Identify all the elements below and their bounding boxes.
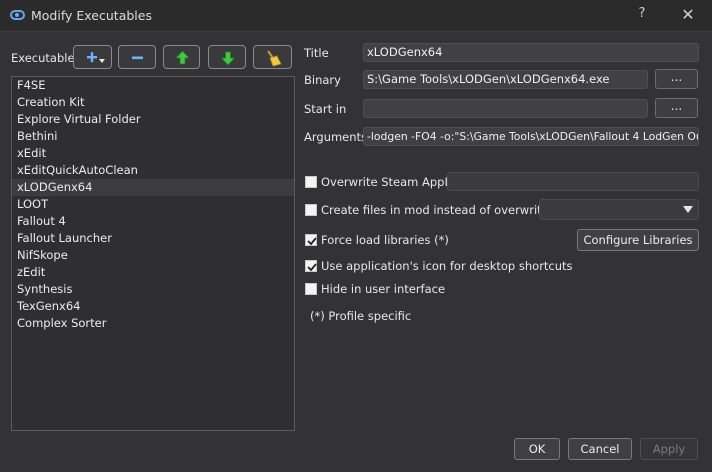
add-executable-button[interactable] xyxy=(73,45,112,69)
browse-start-in-button[interactable]: ... xyxy=(655,98,698,118)
arguments-label: Arguments xyxy=(304,130,368,144)
executables-list[interactable]: F4SE Creation Kit Explore Virtual Folder Be… xyxy=(11,76,295,431)
apply-button[interactable]: Apply xyxy=(640,438,698,460)
checkmark-icon xyxy=(307,263,317,272)
browse-binary-button[interactable]: ... xyxy=(655,69,698,89)
executables-label: Executables xyxy=(11,51,81,65)
hide-ui-label: Hide in user interface xyxy=(321,282,446,296)
use-app-icon-label: Use application's icon for desktop short… xyxy=(321,259,573,273)
arrow-down-icon xyxy=(220,51,236,66)
checkmark-icon xyxy=(307,237,317,246)
executable-list-item[interactable]: xEditQuickAutoClean xyxy=(12,162,294,179)
executable-list-item[interactable]: LOOT xyxy=(12,196,294,213)
overwrite-appid-label: Overwrite Steam AppID xyxy=(321,175,457,189)
profile-specific-note: (*) Profile specific xyxy=(310,309,412,323)
start-in-label: Start in xyxy=(304,102,347,116)
hide-ui-checkbox[interactable] xyxy=(305,283,317,295)
title-label: Title xyxy=(304,46,329,60)
remove-executable-button[interactable] xyxy=(118,45,156,69)
executable-list-item[interactable]: xEdit xyxy=(12,145,294,162)
title-bar: Modify Executables ? ✕ xyxy=(0,0,712,32)
title-field[interactable]: xLODGenx64 xyxy=(363,43,699,62)
start-in-field[interactable] xyxy=(363,99,648,118)
configure-libraries-button[interactable]: Configure Libraries xyxy=(577,229,699,251)
minus-icon xyxy=(132,56,143,60)
force-load-label: Force load libraries (*) xyxy=(321,233,449,247)
executable-list-item[interactable]: TexGenx64 xyxy=(12,298,294,315)
executable-list-item[interactable]: Creation Kit xyxy=(12,94,294,111)
executable-list-item[interactable]: F4SE xyxy=(12,77,294,94)
move-down-button[interactable] xyxy=(208,45,246,69)
broom-icon xyxy=(267,50,282,67)
executable-list-item[interactable]: Synthesis xyxy=(12,281,294,298)
close-button[interactable]: ✕ xyxy=(674,5,702,27)
executable-list-item[interactable]: zEdit xyxy=(12,264,294,281)
cancel-button[interactable]: Cancel xyxy=(568,438,632,460)
arrow-up-icon xyxy=(175,50,190,65)
create-in-mod-checkbox[interactable] xyxy=(305,204,317,216)
chevron-down-icon xyxy=(683,206,693,213)
window-title: Modify Executables xyxy=(31,8,152,23)
executable-list-item[interactable]: xLODGenx64 xyxy=(12,179,294,196)
executable-list-item[interactable]: Fallout 4 xyxy=(12,213,294,230)
executable-list-item[interactable]: Explore Virtual Folder xyxy=(12,111,294,128)
clear-executables-button[interactable] xyxy=(253,45,292,69)
create-in-mod-label: Create files in mod instead of overwrite… xyxy=(321,203,568,217)
mod-select-dropdown[interactable] xyxy=(539,199,699,220)
move-up-button[interactable] xyxy=(163,45,200,69)
ok-button[interactable]: OK xyxy=(514,438,560,460)
arguments-field[interactable]: -lodgen -FO4 -o:"S:\Game Tools\xLODGen\F… xyxy=(363,127,699,146)
binary-field[interactable]: S:\Game Tools\xLODGen\xLODGenx64.exe xyxy=(363,70,648,89)
use-app-icon-checkbox[interactable] xyxy=(305,260,317,272)
executable-list-item[interactable]: Bethini xyxy=(12,128,294,145)
plus-dropdown-icon xyxy=(87,52,105,63)
overwrite-appid-checkbox[interactable] xyxy=(305,176,317,188)
binary-label: Binary xyxy=(304,73,341,87)
app-logo-icon xyxy=(10,10,25,20)
steam-appid-field[interactable] xyxy=(447,172,699,191)
help-button[interactable]: ? xyxy=(628,6,656,26)
executable-list-item[interactable]: Complex Sorter xyxy=(12,315,294,332)
executable-list-item[interactable]: NifSkope xyxy=(12,247,294,264)
executable-list-item[interactable]: Fallout Launcher xyxy=(12,230,294,247)
force-load-checkbox[interactable] xyxy=(305,234,317,246)
